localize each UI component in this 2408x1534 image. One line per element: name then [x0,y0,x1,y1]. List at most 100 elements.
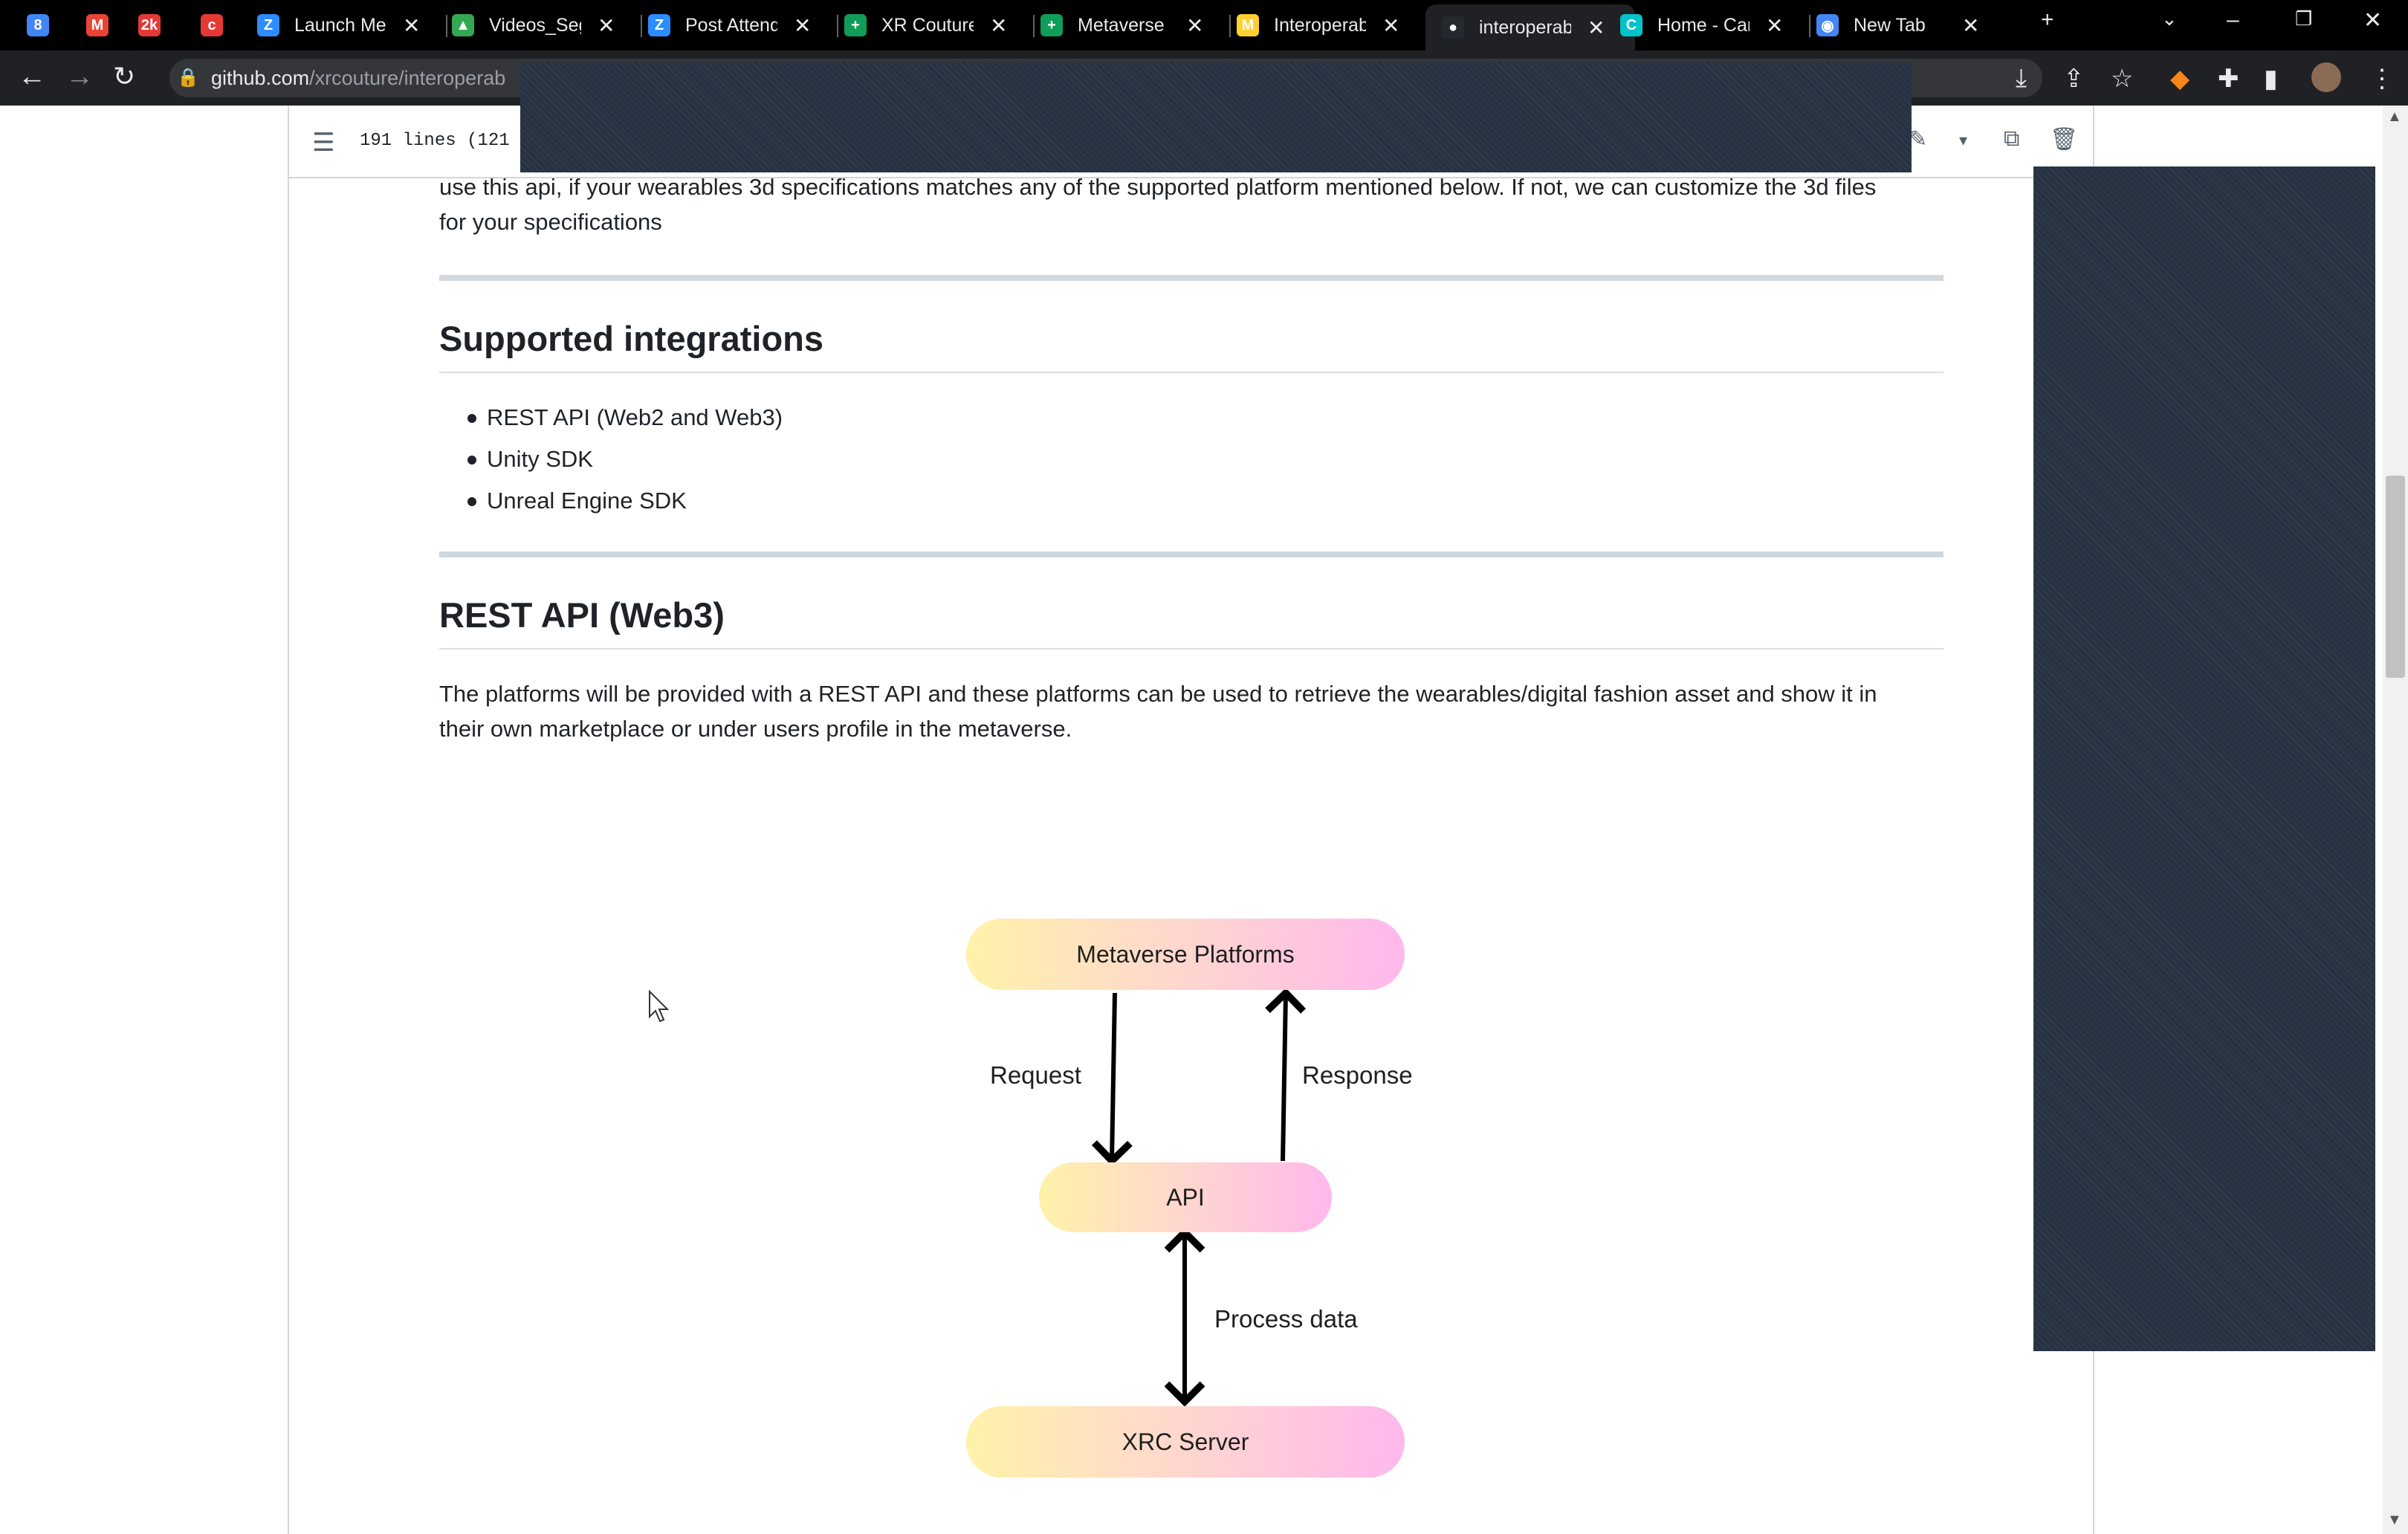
close-icon[interactable]: ✕ [1962,13,1979,38]
app-icon: c [201,14,223,36]
close-icon[interactable]: ✕ [598,13,615,38]
copy-icon[interactable]: ⧉ [2004,126,2019,152]
drive-icon: ▲ [452,14,474,36]
tab-title: Videos_Sega [489,14,581,36]
scrollbar-thumb[interactable] [2386,476,2405,678]
reload-icon[interactable]: ↻ [113,61,135,92]
menu-icon[interactable]: ⋮ [2369,64,2395,94]
install-icon[interactable]: ⤓ [2016,64,2027,93]
side-panel-icon[interactable]: ▮ [2264,64,2278,94]
browser-tab[interactable]: Z Launch Meet ✕ [257,6,420,45]
chevron-down-icon[interactable]: ▾ [1959,131,1967,150]
redacted-region [520,62,1912,172]
supported-heading: Supported integrations [439,319,823,358]
url-text[interactable]: github.com/xrcouture/interoperab [211,67,505,90]
heading-underline [439,372,1943,373]
close-icon[interactable]: ✕ [1382,13,1399,38]
outline-icon[interactable]: ☰ [312,128,334,158]
tab-title: Post Attende [685,14,777,36]
tab-title: New Tab [1854,14,1926,36]
close-icon[interactable]: ✕ [1587,16,1605,40]
node-metaverse-platforms: Metaverse Platforms [966,919,1405,990]
sheets-icon: + [844,14,867,36]
section-divider [439,551,1943,557]
scroll-up-icon[interactable]: ▲ [2387,109,2402,126]
rest-line: their own marketplace or under users pro… [439,716,1072,742]
tab-separator [446,15,447,37]
restore-icon[interactable]: ❐ [2295,7,2312,30]
response-label: Response [1302,1061,1413,1089]
intro-paragraph: use this api, if your wearables 3d speci… [439,169,1948,239]
tab-title: XR Couture [881,14,974,36]
rest-line: The platforms will be provided with a RE… [439,681,1877,707]
lines-info: 191 lines (121 s [360,131,531,151]
minimize-icon[interactable]: – [2227,7,2239,33]
tab-title: Launch Meet [294,14,386,36]
forward-icon[interactable]: → [65,61,94,93]
plus-icon[interactable]: + [2041,7,2054,33]
browser-tab[interactable]: C Home - Cam ✕ [1620,6,1783,45]
close-icon[interactable]: ✕ [990,13,1007,38]
chrome-icon: ◉ [1816,14,1839,36]
scroll-down-icon[interactable]: ▼ [2387,1512,2402,1529]
sheets-icon: + [1040,14,1063,36]
browser-tab[interactable]: M Interoperabl ✕ [1237,6,1399,45]
intro-line: for your specifications [439,209,662,235]
close-icon[interactable]: ✕ [794,13,811,38]
star-icon[interactable]: ☆ [2111,64,2133,94]
metamask-icon[interactable]: ◆ [2170,64,2189,94]
tab-separator [1033,15,1035,37]
back-icon[interactable]: ← [18,61,46,93]
response-arrow [1265,988,1307,1162]
browser-tab[interactable]: ◉ New Tab ✕ [1816,6,1979,45]
architecture-diagram: Metaverse Platforms API XRC Server Reque… [892,892,1486,1501]
share-icon[interactable]: ⇪ [2063,64,2085,94]
calendar-icon: 8 [27,14,49,36]
url-path: /xrcouture/interoperab [309,67,506,89]
request-arrow [1091,992,1133,1166]
browser-tab[interactable]: + XR Couture ✕ [844,6,1007,45]
section-divider [439,275,1943,281]
browser-tab[interactable]: ▲ Videos_Sega ✕ [452,6,615,45]
badge-app-icon: 2k [138,14,161,36]
trash-icon[interactable]: 🗑 [2050,126,2078,152]
process-label: Process data [1214,1305,1358,1333]
browser-tab[interactable]: M [86,6,123,45]
tab-title: Metaverse P [1078,14,1170,36]
browser-tab[interactable]: 2k [138,6,175,45]
close-icon[interactable]: ✕ [1766,13,1783,38]
close-icon[interactable]: ✕ [403,13,420,38]
tab-strip: 8 M 2k c Z Launch Meet ✕ ▲ Videos_Sega ✕ Z Post Att… [0,0,2408,51]
file-border-left [288,106,289,1534]
lock-icon[interactable]: 🔒 [177,67,199,88]
zoom-icon: Z [648,14,670,36]
close-icon[interactable]: ✕ [2363,7,2382,33]
miro-icon: M [1237,14,1259,36]
browser-tab[interactable]: ● interoperabil ✕ [1425,4,1635,51]
rest-paragraph: The platforms will be provided with a RE… [439,676,1948,746]
github-icon: ● [1442,16,1464,39]
gmail-icon: M [86,14,109,36]
tab-title: Interoperabl [1274,14,1366,36]
rest-heading: REST API (Web3) [439,595,725,635]
scrollbar[interactable] [2383,106,2408,1534]
tab-separator [1809,15,1810,37]
chevron-down-icon[interactable]: ⌄ [2161,7,2178,30]
close-icon[interactable]: ✕ [1186,13,1203,38]
tab-title: interoperabil [1479,16,1571,38]
browser-tab[interactable]: Z Post Attende ✕ [648,6,811,45]
zoom-icon: Z [257,14,279,36]
list-item: Unity SDK [439,438,1331,480]
list-item: Unreal Engine SDK [439,480,1331,522]
browser-tab[interactable]: c [201,6,238,45]
avatar[interactable] [2311,62,2341,92]
browser-tab[interactable]: + Metaverse P ✕ [1040,6,1203,45]
browser-tab[interactable]: 8 [27,6,64,45]
tab-separator [641,15,642,37]
request-label: Request [990,1061,1081,1089]
canva-icon: C [1620,14,1642,36]
heading-underline [439,648,1943,650]
list-item: REST API (Web2 and Web3) [439,397,1331,438]
url-host: github.com [211,67,310,89]
extensions-icon[interactable]: ✚ [2218,64,2239,94]
